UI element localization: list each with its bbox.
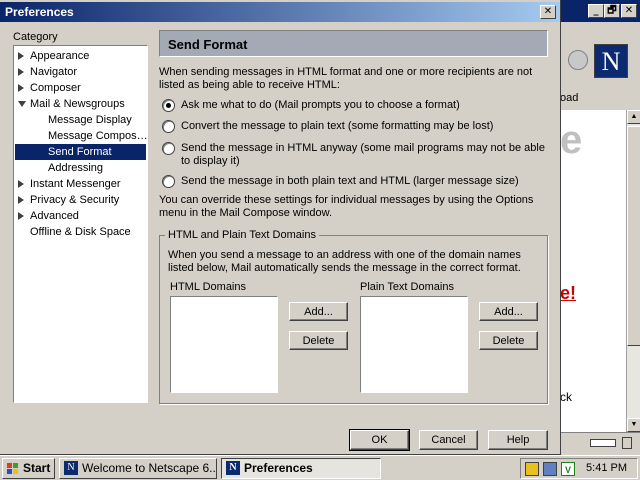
minimize-button[interactable]: _: [588, 4, 604, 18]
twisty-collapsed-icon[interactable]: [18, 84, 24, 92]
domains-description: When you send a message to an address wi…: [168, 249, 521, 274]
tree-item-label[interactable]: Message Compos…: [48, 130, 148, 142]
plain-domains-label: Plain Text Domains: [360, 281, 454, 293]
start-label: Start: [23, 461, 51, 475]
tree-item-label[interactable]: Privacy & Security: [30, 194, 119, 206]
toolbar-graphic-icon: [568, 50, 588, 70]
preferences-dialog: Preferences ✕ Category Appearance Navigat…: [0, 0, 561, 455]
antivirus-icon[interactable]: V: [561, 462, 575, 476]
tree-item-label[interactable]: Appearance: [30, 50, 89, 62]
twisty-expanded-icon[interactable]: [18, 101, 26, 107]
tree-item-label[interactable]: Mail & Newsgroups: [30, 98, 125, 110]
html-domains-label: HTML Domains: [170, 281, 246, 293]
dialog-titlebar[interactable]: Preferences ✕: [0, 2, 560, 22]
task-preferences[interactable]: N Preferences: [221, 458, 381, 479]
task-label: Preferences: [244, 461, 313, 475]
twisty-collapsed-icon[interactable]: [18, 196, 24, 204]
html-delete-button[interactable]: Delete: [289, 331, 348, 350]
close-icon[interactable]: ✕: [540, 5, 556, 19]
tree-item-label[interactable]: Instant Messenger: [30, 178, 121, 190]
tree-item[interactable]: Privacy & Security: [30, 192, 145, 208]
connection-icon: [590, 439, 616, 447]
override-note: You can override these settings for indi…: [159, 194, 534, 219]
scroll-down-arrow-icon[interactable]: ▼: [627, 418, 640, 432]
tree-item-label[interactable]: Addressing: [48, 162, 103, 174]
tree-item[interactable]: Composer: [30, 80, 145, 96]
tree-item[interactable]: Message Compos…: [48, 128, 148, 144]
tree-item[interactable]: Advanced: [30, 208, 145, 224]
netscape-icon: N: [64, 461, 78, 475]
twisty-collapsed-icon[interactable]: [18, 68, 24, 76]
netscape-icon: N: [226, 461, 240, 475]
tree-item[interactable]: Navigator: [30, 64, 145, 80]
tree-item-label[interactable]: Navigator: [30, 66, 77, 78]
radio-button[interactable]: [162, 142, 175, 155]
html-add-button[interactable]: Add...: [289, 302, 348, 321]
intro-text: When sending messages in HTML format and…: [159, 66, 533, 91]
radio-label[interactable]: Send the message in both plain text and …: [181, 175, 551, 188]
background-tab-label[interactable]: oad: [560, 92, 578, 104]
plain-add-button[interactable]: Add...: [479, 302, 538, 321]
plain-domains-list[interactable]: [360, 296, 468, 393]
background-titlebar: _ 🗗 ✕: [560, 0, 640, 22]
cancel-button[interactable]: Cancel: [419, 430, 478, 450]
dialog-title: Preferences: [5, 5, 74, 19]
background-large-text: e: [560, 118, 583, 162]
clock[interactable]: 5:41 PM: [586, 462, 627, 474]
background-scrollbar[interactable]: ▲ ▼: [626, 110, 640, 432]
taskbar: Start N Welcome to Netscape 6.... N Pref…: [0, 455, 640, 480]
tree-item[interactable]: Message Display: [48, 112, 145, 128]
ok-button[interactable]: OK: [349, 429, 410, 451]
netscape-logo[interactable]: N: [594, 44, 628, 78]
restore-button[interactable]: 🗗: [604, 4, 620, 18]
display-icon[interactable]: [543, 462, 557, 476]
background-small-text: ck: [560, 390, 572, 404]
twisty-collapsed-icon[interactable]: [18, 212, 24, 220]
system-tray: V 5:41 PM: [520, 458, 638, 479]
tree-item[interactable]: Mail & Newsgroups: [30, 96, 145, 112]
plain-delete-button[interactable]: Delete: [479, 331, 538, 350]
tree-item[interactable]: Addressing: [48, 160, 145, 176]
tree-item[interactable]: Appearance: [30, 48, 145, 64]
html-domains-list[interactable]: [170, 296, 278, 393]
task-label: Welcome to Netscape 6....: [82, 461, 217, 475]
network-icon[interactable]: [525, 462, 539, 476]
background-status-bar: [560, 432, 640, 454]
radio-button[interactable]: [162, 175, 175, 188]
radio-button[interactable]: [162, 99, 175, 112]
tree-item-label[interactable]: Message Display: [48, 114, 132, 126]
radio-label[interactable]: Send the message in HTML anyway (some ma…: [181, 142, 551, 168]
start-button[interactable]: Start: [2, 458, 55, 479]
radio-button[interactable]: [162, 120, 175, 133]
panel-header: Send Format: [159, 30, 548, 57]
category-label: Category: [13, 31, 58, 43]
radio-label[interactable]: Convert the message to plain text (some …: [181, 120, 551, 133]
tree-item[interactable]: Instant Messenger: [30, 176, 145, 192]
tree-item-label[interactable]: Composer: [30, 82, 81, 94]
close-window-button[interactable]: ✕: [621, 4, 637, 18]
tree-item[interactable]: Offline & Disk Space: [30, 224, 145, 240]
background-red-link[interactable]: e!: [560, 283, 576, 304]
domains-group-title: HTML and Plain Text Domains: [165, 229, 319, 241]
category-tree[interactable]: Appearance Navigator Composer Mail & Newsgr…: [13, 45, 148, 403]
lock-icon: [622, 437, 632, 449]
twisty-collapsed-icon[interactable]: [18, 180, 24, 188]
tree-item-label[interactable]: Send Format: [48, 146, 112, 158]
tree-item-label[interactable]: Offline & Disk Space: [30, 226, 131, 238]
panel-title: Send Format: [168, 37, 248, 52]
help-button[interactable]: Help: [488, 430, 548, 450]
twisty-collapsed-icon[interactable]: [18, 52, 24, 60]
scroll-up-arrow-icon[interactable]: ▲: [627, 110, 640, 124]
tree-item[interactable]: Send Format: [15, 144, 146, 160]
tree-item-label[interactable]: Advanced: [30, 210, 79, 222]
scroll-thumb[interactable]: [627, 126, 640, 346]
radio-label[interactable]: Ask me what to do (Mail prompts you to c…: [181, 99, 551, 112]
windows-logo-icon: [7, 463, 19, 474]
task-netscape-welcome[interactable]: N Welcome to Netscape 6....: [59, 458, 217, 479]
